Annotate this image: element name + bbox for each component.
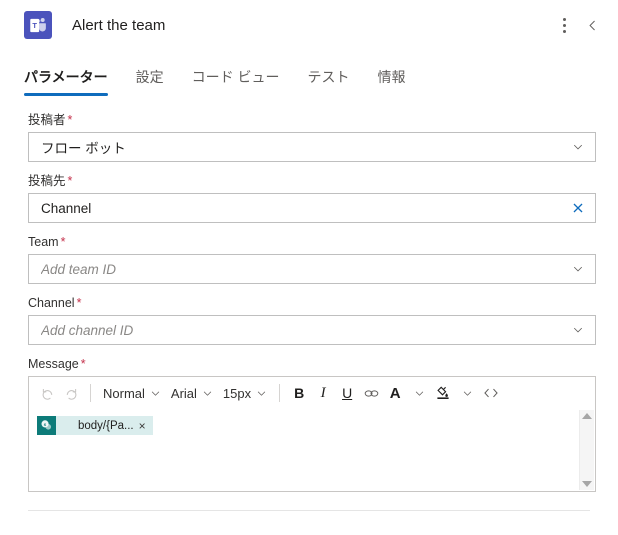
font-size-value: 15px bbox=[222, 385, 252, 401]
poster-dropdown[interactable]: フロー ボット bbox=[28, 132, 596, 162]
italic-button[interactable]: I bbox=[311, 380, 335, 406]
field-channel: Channel * Add channel ID bbox=[28, 295, 596, 345]
required-marker: * bbox=[67, 113, 73, 127]
required-marker: * bbox=[60, 235, 66, 249]
tab-bar: パラメーター 設定 コード ビュー テスト 情報 bbox=[0, 50, 618, 96]
chevron-down-icon[interactable] bbox=[407, 380, 431, 406]
chevron-down-icon[interactable] bbox=[569, 255, 587, 283]
team-dropdown[interactable]: Add team ID bbox=[28, 254, 596, 284]
panel-header: T Alert the team bbox=[0, 0, 618, 50]
redo-icon[interactable] bbox=[59, 380, 83, 406]
token-remove-icon[interactable]: × bbox=[139, 420, 153, 432]
toolbar-separator bbox=[279, 384, 281, 402]
svg-text:T: T bbox=[32, 21, 37, 30]
required-marker: * bbox=[67, 174, 73, 188]
field-post-to-label-text: 投稿先 bbox=[28, 174, 66, 188]
dynamic-content-token[interactable]: s body/{Pa... × bbox=[37, 416, 153, 435]
sharepoint-icon: s bbox=[37, 416, 56, 435]
font-family-value: Arial bbox=[170, 385, 197, 401]
field-post-to-label: 投稿先 * bbox=[28, 173, 596, 189]
post-to-combobox[interactable]: Channel bbox=[28, 193, 596, 223]
chevron-down-icon bbox=[257, 391, 266, 396]
paragraph-style-value: Normal bbox=[103, 385, 145, 401]
tab-code-view[interactable]: コード ビュー bbox=[192, 67, 280, 96]
page-title: Alert the team bbox=[72, 16, 166, 34]
highlight-color-icon[interactable] bbox=[431, 380, 455, 406]
message-rich-text-editor: Normal Arial 15px B I U A s body/{Pa... … bbox=[28, 376, 596, 492]
microsoft-teams-icon: T bbox=[24, 11, 52, 39]
poster-value: フロー ボット bbox=[41, 141, 126, 156]
link-icon[interactable] bbox=[359, 380, 383, 406]
field-team: Team * Add team ID bbox=[28, 234, 596, 284]
required-marker: * bbox=[76, 296, 82, 310]
field-message-label-text: Message bbox=[28, 357, 79, 371]
message-content-area[interactable]: s body/{Pa... × bbox=[29, 409, 595, 491]
chevron-down-icon[interactable] bbox=[455, 380, 479, 406]
field-message-label: Message * bbox=[28, 356, 596, 372]
required-marker: * bbox=[80, 357, 86, 371]
chevron-down-icon[interactable] bbox=[569, 133, 587, 161]
token-label: body/{Pa... bbox=[78, 419, 134, 432]
bold-button[interactable]: B bbox=[287, 380, 311, 406]
underline-button[interactable]: U bbox=[335, 380, 359, 406]
font-size-dropdown[interactable]: 15px bbox=[218, 380, 272, 406]
channel-placeholder: Add channel ID bbox=[41, 322, 134, 338]
tab-test[interactable]: テスト bbox=[307, 67, 349, 96]
chevron-left-icon[interactable] bbox=[578, 11, 606, 39]
kebab-menu-icon[interactable] bbox=[550, 11, 578, 39]
editor-toolbar: Normal Arial 15px B I U A bbox=[29, 377, 595, 409]
parameters-form: 投稿者 * フロー ボット 投稿先 * Channel Team * Add t… bbox=[0, 96, 618, 492]
toolbar-separator bbox=[90, 384, 91, 402]
field-team-label: Team * bbox=[28, 234, 596, 250]
scroll-up-arrow-icon[interactable] bbox=[582, 413, 592, 419]
channel-dropdown[interactable]: Add channel ID bbox=[28, 315, 596, 345]
chevron-down-icon bbox=[203, 391, 212, 396]
svg-text:s: s bbox=[44, 423, 47, 428]
field-team-label-text: Team bbox=[28, 235, 59, 249]
footer-divider bbox=[28, 510, 590, 511]
font-color-letter: A bbox=[389, 384, 401, 402]
tab-settings[interactable]: 設定 bbox=[136, 67, 164, 96]
chevron-down-icon[interactable] bbox=[569, 316, 587, 344]
editor-scrollbar[interactable] bbox=[579, 410, 594, 490]
chevron-down-icon bbox=[151, 391, 160, 396]
field-channel-label-text: Channel bbox=[28, 296, 75, 310]
undo-icon[interactable] bbox=[35, 380, 59, 406]
tab-parameters[interactable]: パラメーター bbox=[24, 67, 108, 96]
paragraph-style-dropdown[interactable]: Normal bbox=[98, 380, 166, 406]
field-channel-label: Channel * bbox=[28, 295, 596, 311]
tab-about[interactable]: 情報 bbox=[377, 67, 405, 96]
post-to-value: Channel bbox=[41, 200, 92, 216]
scroll-down-arrow-icon[interactable] bbox=[582, 481, 592, 487]
font-family-dropdown[interactable]: Arial bbox=[166, 380, 218, 406]
field-poster-label: 投稿者 * bbox=[28, 112, 596, 128]
code-view-icon[interactable] bbox=[479, 380, 503, 406]
field-post-to: 投稿先 * Channel bbox=[28, 173, 596, 223]
field-poster: 投稿者 * フロー ボット bbox=[28, 112, 596, 162]
font-color-icon[interactable]: A bbox=[383, 380, 407, 406]
field-poster-label-text: 投稿者 bbox=[28, 113, 66, 127]
team-placeholder: Add team ID bbox=[41, 261, 117, 277]
field-message: Message * Normal Arial 15px B I U A s bo… bbox=[28, 356, 596, 492]
clear-x-icon[interactable] bbox=[569, 194, 587, 222]
